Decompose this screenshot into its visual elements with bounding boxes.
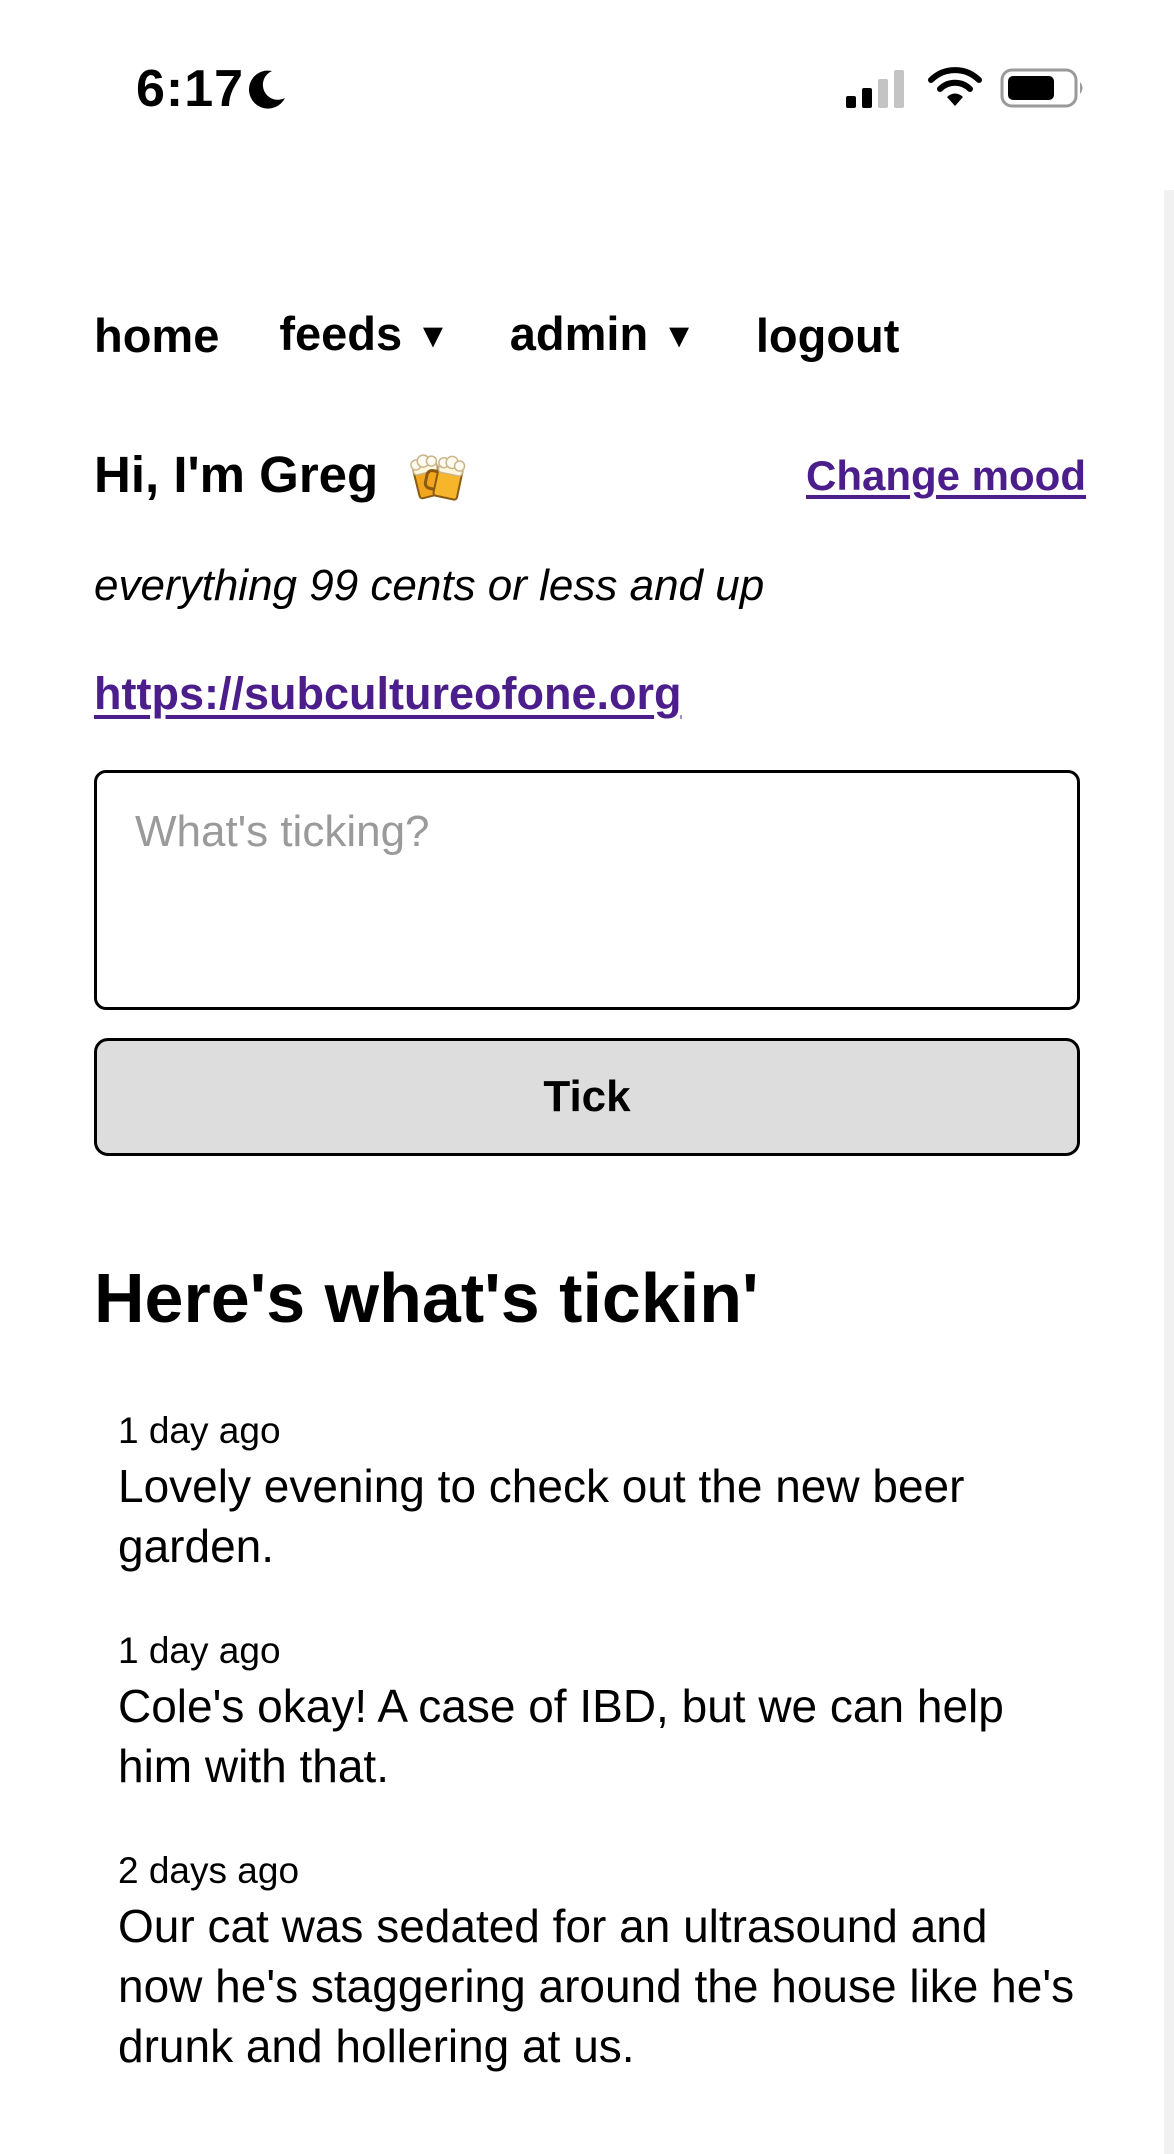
nav-admin-label: admin bbox=[509, 306, 649, 360]
tick-textarea[interactable] bbox=[94, 770, 1080, 1010]
caret-down-icon: ▼ bbox=[662, 316, 696, 355]
profile-tagline: everything 99 cents or less and up bbox=[94, 561, 765, 610]
page: 6:17 home feeds ▼ admin ▼ logout Hi, I'm… bbox=[0, 0, 1174, 2154]
profile-header: Hi, I'm Greg Change mood bbox=[94, 440, 1086, 510]
status-time: 6:17 bbox=[136, 60, 245, 118]
tick-button[interactable]: Tick bbox=[94, 1038, 1080, 1156]
feed-item-text: Lovely evening to check out the new beer… bbox=[118, 1460, 965, 1572]
feed-item-time: 1 day ago bbox=[118, 1630, 281, 1671]
feed-item-text: Our cat was sedated for an ultrasound an… bbox=[118, 1900, 1075, 2072]
status-bar: 6:17 bbox=[0, 0, 1174, 180]
feed-item-time: 1 day ago bbox=[118, 1410, 281, 1451]
greeting: Hi, I'm Greg bbox=[94, 446, 379, 503]
nav-home-label: home bbox=[94, 309, 220, 362]
nav-admin-dropdown[interactable]: admin ▼ bbox=[510, 296, 696, 377]
nav-feeds-dropdown[interactable]: feeds ▼ bbox=[279, 296, 449, 377]
nav-logout-label: logout bbox=[755, 309, 900, 362]
feed-list: 1 day ago Lovely evening to check out th… bbox=[118, 1406, 1078, 2126]
feed-item-time: 2 days ago bbox=[118, 1850, 300, 1891]
caret-down-icon: ▼ bbox=[416, 316, 450, 355]
nav-feeds-label: feeds bbox=[279, 306, 403, 360]
feed-heading: Here's what's tickin' bbox=[94, 1259, 759, 1337]
moon-icon bbox=[248, 70, 285, 109]
beer-mugs-icon bbox=[410, 454, 466, 501]
change-mood-link[interactable]: Change mood bbox=[806, 448, 1086, 504]
profile-website-link[interactable]: https://subcultureofone.org bbox=[94, 664, 681, 724]
feed-item: 1 day ago Lovely evening to check out th… bbox=[118, 1406, 1078, 1576]
nav-logout[interactable]: logout bbox=[756, 298, 900, 374]
feed-item: 1 day ago Cole's okay! A case of IBD, bu… bbox=[118, 1626, 1078, 1796]
scroll-edge bbox=[1164, 190, 1174, 2154]
wifi-icon bbox=[928, 67, 982, 106]
feed-item: 2 days ago Our cat was sedated for an ul… bbox=[118, 1846, 1078, 2076]
feed-item-text: Cole's okay! A case of IBD, but we can h… bbox=[118, 1680, 1004, 1792]
signal-icon bbox=[846, 70, 904, 108]
battery-icon bbox=[1000, 68, 1083, 108]
top-nav: home feeds ▼ admin ▼ logout bbox=[94, 298, 959, 374]
nav-home[interactable]: home bbox=[94, 298, 219, 374]
